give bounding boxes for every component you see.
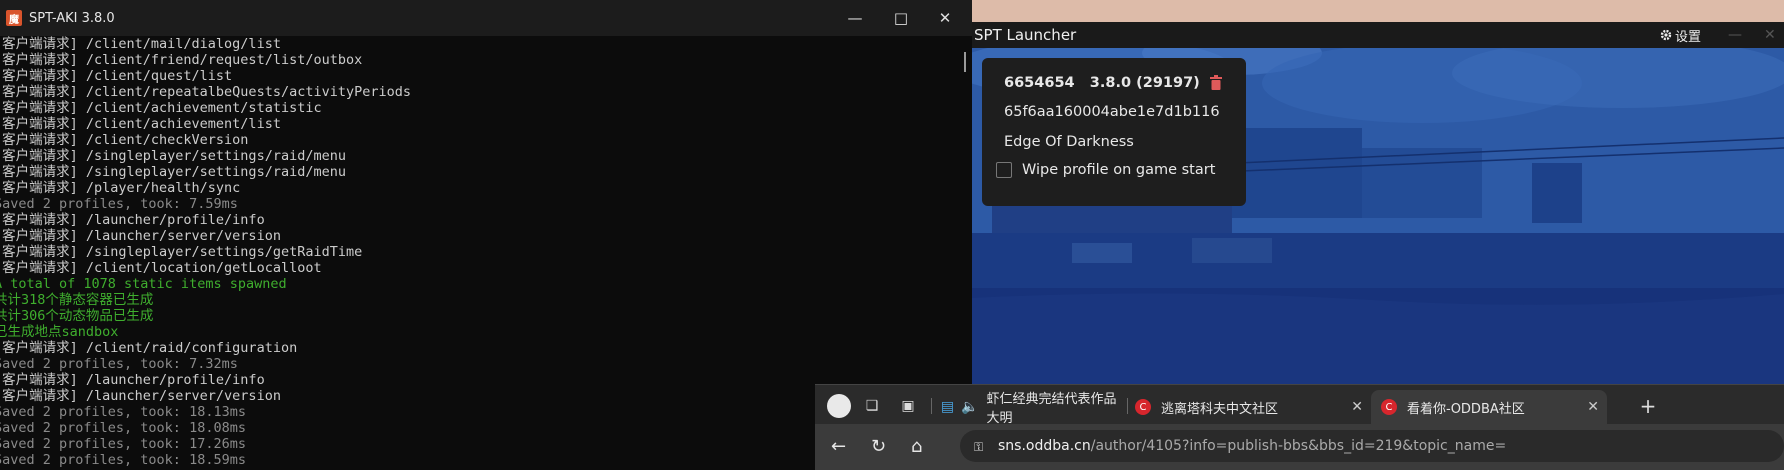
back-arrow-icon[interactable]: ← (831, 436, 846, 457)
settings-label: 设置 (1675, 29, 1702, 45)
settings-button[interactable]: 设置 (1660, 22, 1701, 48)
url-host: sns.oddba.cn (998, 438, 1091, 454)
maximize-button[interactable]: □ (878, 0, 924, 36)
tab-title: 虾仁经典完结代表作品 大明 (986, 392, 1117, 426)
console-line: [客户端请求] /singleplayer/settings/getRaidTi… (0, 244, 363, 260)
console-scrollbar[interactable] (964, 52, 966, 72)
tab-actions-icon[interactable]: ▣ (899, 397, 917, 415)
console-line: [客户端请求] /client/checkVersion (0, 132, 249, 148)
console-line: [客户端请求] /client/mail/dialog/list (0, 36, 281, 52)
trash-icon[interactable] (1210, 75, 1222, 90)
profile-username: 6654654 (1004, 75, 1075, 91)
tab-title: 逃离塔科夫中文社区 (1161, 401, 1279, 417)
wipe-profile-option[interactable]: Wipe profile on game start (996, 162, 1215, 178)
profile-card: 6654654 3.8.0 (29197) 65f6aa160004abe1e7… (982, 58, 1246, 206)
console-line: A total of 1078 static items spawned (0, 276, 287, 292)
desktop-background (972, 0, 1784, 22)
tab-title: 看着你-ODDBA社区 (1407, 401, 1525, 417)
console-line: [客户端请求] /launcher/server/version (0, 228, 281, 244)
console-line: [客户端请求] /launcher/profile/info (0, 212, 265, 228)
close-button[interactable]: ✕ (922, 0, 968, 36)
close-tab-icon[interactable]: ✕ (1351, 399, 1363, 415)
new-tab-button[interactable]: + (1639, 394, 1657, 418)
minimize-button[interactable]: — (832, 0, 878, 36)
profile-id: 65f6aa160004abe1e7d1b116 (1004, 104, 1220, 120)
launcher-minimize-button[interactable]: — (1728, 22, 1742, 48)
close-tab-icon[interactable]: ✕ (1587, 399, 1599, 415)
bilibili-icon: ▤ (940, 399, 955, 415)
browser-window: ❏ ▣ ▤ 🔈 虾仁经典完结代表作品 大明 C 逃离塔科夫中文社区 ✕ C 看着… (815, 384, 1784, 470)
console-line: [客户端请求] /client/quest/list (0, 68, 233, 84)
console-line: [客户端请求] /client/location/getLocalloot (0, 260, 322, 276)
console-line: Saved 2 profiles, took: 7.32ms (0, 356, 238, 372)
console-line: [客户端请求] /client/achievement/list (0, 116, 281, 132)
profile-edition: Edge Of Darkness (1004, 134, 1134, 150)
oddba-favicon: C (1135, 399, 1151, 415)
oddba-favicon: C (1381, 399, 1397, 415)
tab-2[interactable]: C 逃离塔科夫中文社区 ✕ (1135, 390, 1371, 424)
refresh-icon[interactable]: ↻ (871, 436, 886, 457)
wipe-profile-checkbox[interactable] (996, 162, 1012, 178)
console-line: [客户端请求] /player/health/sync (0, 180, 241, 196)
lock-icon: ⚿ (974, 440, 984, 454)
wipe-profile-label: Wipe profile on game start (1022, 162, 1216, 178)
divider (931, 398, 932, 414)
address-bar[interactable]: ⚿ sns.oddba.cn/author/4105?info=publish-… (960, 430, 1784, 462)
home-icon[interactable]: ⌂ (911, 436, 922, 457)
profile-header: 6654654 3.8.0 (29197) (1004, 75, 1200, 91)
console-line: 已生成地点sandbox (0, 324, 119, 340)
console-titlebar[interactable]: 魔 SPT-AKI 3.8.0 — □ ✕ (0, 0, 972, 36)
tab-3[interactable]: C 看着你-ODDBA社区 ✕ (1371, 390, 1607, 424)
console-line: 共计318个静态容器已生成 (0, 292, 154, 308)
browser-toolbar: ← ↻ ⌂ ⚿ sns.oddba.cn/author/4105?info=pu… (815, 424, 1784, 470)
divider (1127, 398, 1128, 414)
workspaces-icon[interactable]: ❏ (863, 397, 881, 415)
launcher-close-button[interactable]: ✕ (1764, 22, 1776, 48)
speaker-icon: 🔈 (961, 399, 979, 415)
app-icon: 魔 (6, 10, 22, 26)
launcher-title: SPT Launcher (974, 26, 1077, 44)
console-line: 共计306个动态物品已生成 (0, 308, 154, 324)
launcher-titlebar[interactable]: SPT Launcher 设置 — ✕ (972, 22, 1784, 48)
console-line: [客户端请求] /client/achievement/statistic (0, 100, 322, 116)
console-line: [客户端请求] /client/repeatalbeQuests/activit… (0, 84, 411, 100)
console-line: [客户端请求] /client/friend/request/list/outb… (0, 52, 363, 68)
profile-avatar[interactable] (827, 394, 851, 418)
console-title: SPT-AKI 3.8.0 (29, 10, 115, 26)
profile-version: 3.8.0 (29197) (1089, 75, 1200, 91)
url-path: /author/4105?info=publish-bbs&bbs_id=219… (1090, 438, 1507, 454)
tab-1[interactable]: ▤ 🔈 虾仁经典完结代表作品 大明 (940, 390, 1120, 426)
tab-bar: ❏ ▣ ▤ 🔈 虾仁经典完结代表作品 大明 C 逃离塔科夫中文社区 ✕ C 看着… (815, 384, 1784, 426)
console-line: Saved 2 profiles, took: 7.59ms (0, 196, 238, 212)
console-line: [客户端请求] /singleplayer/settings/raid/menu (0, 164, 346, 180)
gear-icon (1660, 29, 1672, 41)
console-line: [客户端请求] /singleplayer/settings/raid/menu (0, 148, 346, 164)
console-line: [客户端请求] /client/raid/configuration (0, 340, 298, 356)
